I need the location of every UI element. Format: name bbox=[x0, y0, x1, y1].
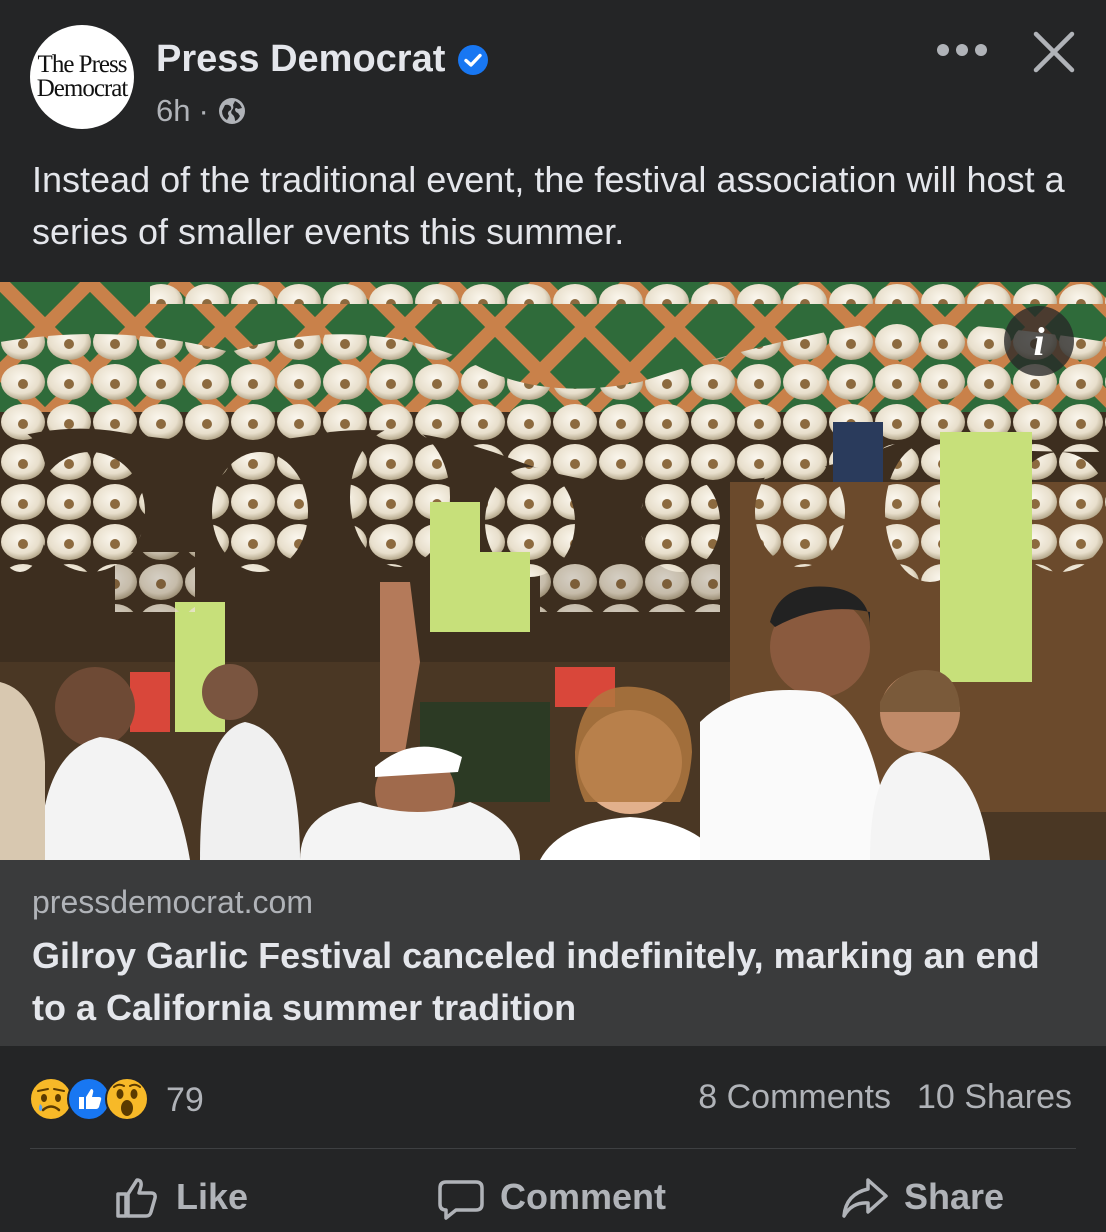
reactions-summary[interactable]: 79 bbox=[28, 1076, 204, 1124]
post-meta: 6h · bbox=[156, 93, 247, 129]
engagement-counts: 8 Comments 10 Shares bbox=[698, 1078, 1072, 1117]
page-name[interactable]: Press Democrat bbox=[156, 38, 445, 81]
shares-count[interactable]: 10 Shares bbox=[917, 1078, 1072, 1117]
comment-button[interactable]: Comment bbox=[436, 1172, 666, 1222]
garlic-festival-photo bbox=[0, 282, 1106, 860]
share-label: Share bbox=[904, 1176, 1005, 1217]
share-icon bbox=[842, 1178, 888, 1218]
close-button[interactable] bbox=[1028, 26, 1080, 78]
close-icon bbox=[1033, 31, 1075, 73]
share-button[interactable]: Share bbox=[840, 1172, 1004, 1222]
divider bbox=[30, 1148, 1076, 1149]
comment-icon bbox=[438, 1180, 484, 1220]
link-title: Gilroy Garlic Festival canceled indefini… bbox=[32, 935, 1040, 1028]
action-bar: Like Comment Share bbox=[0, 1172, 1106, 1232]
page-name-row: Press Democrat bbox=[156, 38, 489, 81]
avatar-logo-line1: The Press bbox=[37, 51, 128, 79]
link-preview-image[interactable] bbox=[0, 282, 1106, 860]
comments-count[interactable]: 8 Comments bbox=[698, 1078, 891, 1117]
reaction-count: 79 bbox=[166, 1080, 204, 1119]
reaction-icons bbox=[28, 1076, 158, 1124]
facebook-post: The Press Democrat Press Democrat 6h · I… bbox=[0, 0, 1106, 1220]
like-button[interactable]: Like bbox=[112, 1172, 248, 1222]
comment-label: Comment bbox=[500, 1176, 667, 1217]
post-text: Instead of the traditional event, the fe… bbox=[32, 159, 1065, 252]
verified-icon bbox=[458, 44, 489, 75]
info-icon[interactable]: i bbox=[1004, 306, 1074, 376]
more-icon bbox=[937, 44, 987, 56]
wow-reaction-icon bbox=[105, 1077, 149, 1121]
avatar-logo-line2: Democrat bbox=[36, 75, 129, 102]
more-options-button[interactable] bbox=[934, 30, 990, 70]
post-time[interactable]: 6h bbox=[156, 93, 190, 129]
globe-icon[interactable] bbox=[217, 96, 247, 126]
link-preview[interactable]: pressdemocrat.com Gilroy Garlic Festival… bbox=[0, 860, 1106, 1046]
thumbs-up-icon bbox=[116, 1178, 157, 1218]
link-domain: pressdemocrat.com bbox=[32, 884, 313, 920]
meta-separator: · bbox=[198, 93, 209, 128]
like-label: Like bbox=[176, 1176, 249, 1217]
page-avatar[interactable]: The Press Democrat bbox=[30, 25, 134, 129]
